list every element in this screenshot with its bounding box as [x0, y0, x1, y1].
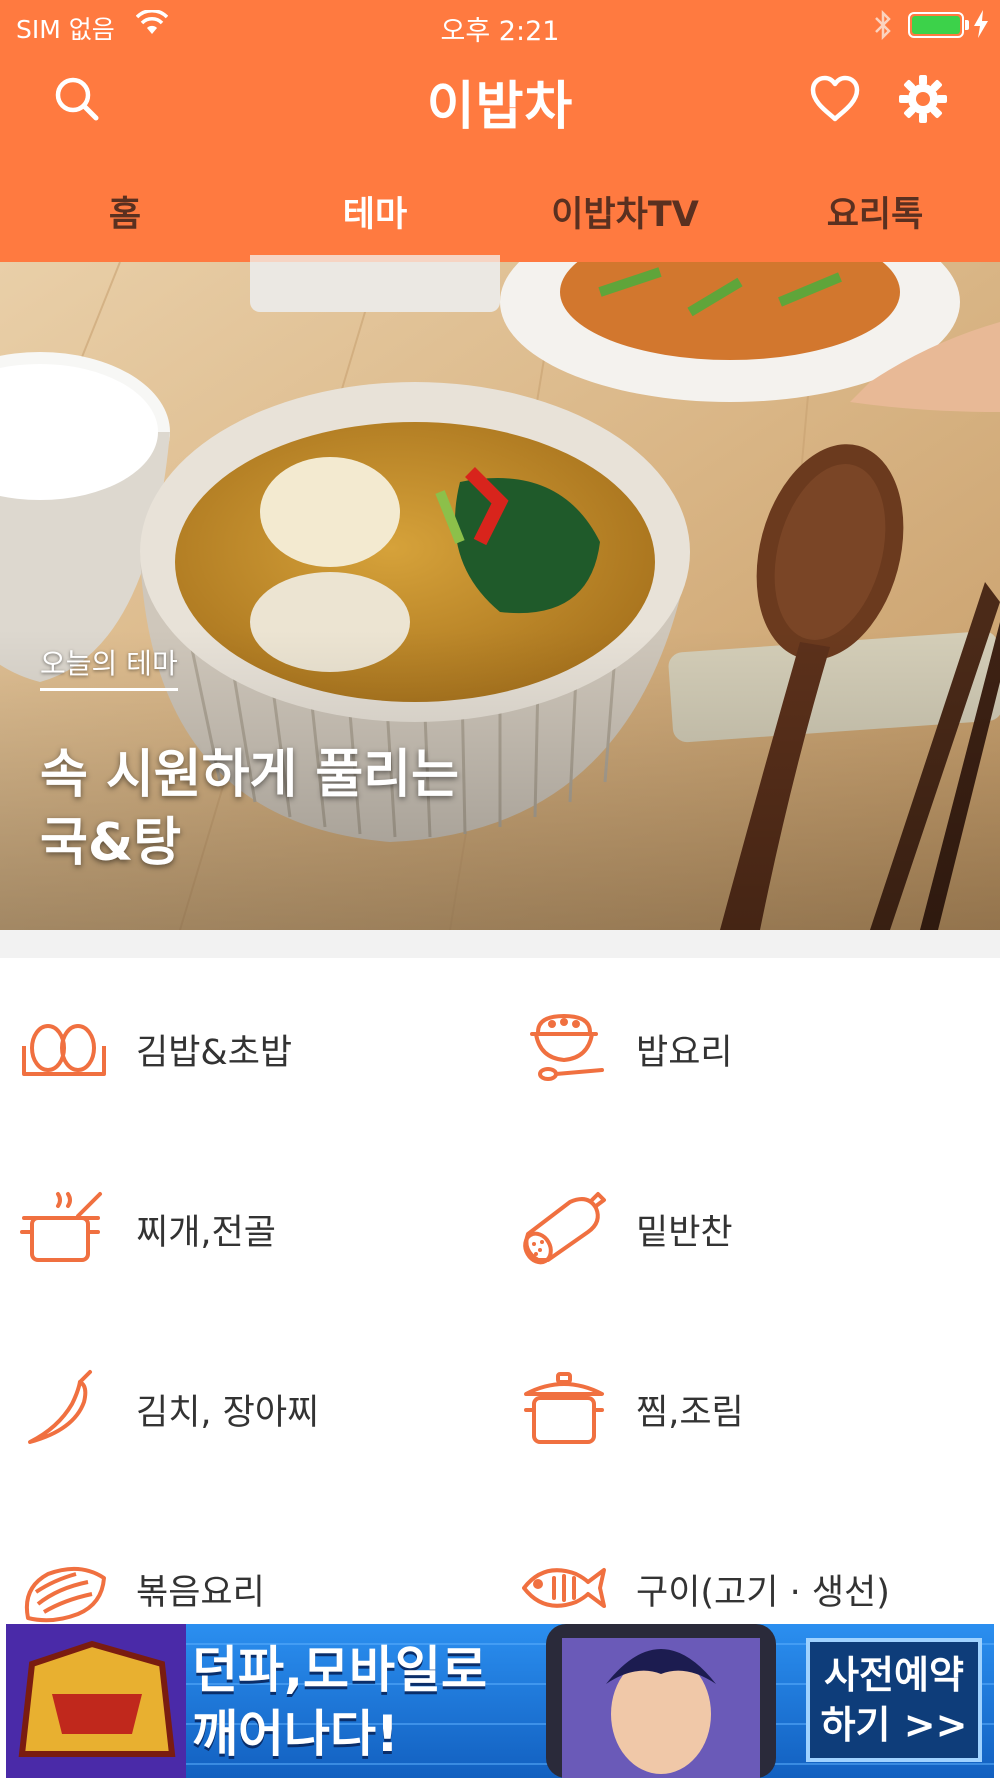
- tab-bar: 홈 테마 이밥차TV 요리톡: [0, 160, 1000, 262]
- battery-nub: [965, 20, 969, 30]
- toolbar: 이밥차: [0, 50, 1000, 160]
- favorites-button[interactable]: [800, 64, 870, 134]
- category-rice[interactable]: 밥요리: [0, 958, 1000, 1138]
- hero-title: 속 시원하게 풀리는 국&탕: [40, 745, 459, 873]
- category-label: 찜,조림: [636, 1393, 744, 1433]
- gear-icon: [899, 75, 947, 123]
- fish-icon: [522, 1568, 606, 1608]
- settings-button[interactable]: [888, 64, 958, 134]
- tab-theme[interactable]: 테마: [250, 160, 500, 262]
- category-side-dishes[interactable]: 밑반찬: [0, 1138, 1000, 1318]
- rice-bowl-icon: [530, 1013, 604, 1081]
- status-time: 오후 2:21: [440, 16, 560, 47]
- tab-ibabcha-tv[interactable]: 이밥차TV: [500, 160, 750, 262]
- status-bar: SIM 없음 오후 2:21: [0, 0, 1000, 50]
- preregister-button[interactable]: 사전예약 하기 >>: [806, 1638, 982, 1762]
- category-label: 구이(고기 · 생선): [636, 1573, 890, 1613]
- category-grill[interactable]: 구이(고기 · 생선): [0, 1498, 1000, 1624]
- section-divider: [0, 930, 1000, 958]
- tab-cooking-talk[interactable]: 요리톡: [750, 160, 1000, 262]
- heart-icon: [810, 75, 860, 122]
- category-braised[interactable]: 찜,조림: [0, 1318, 1000, 1498]
- ad-headline: 던파,모바일로 깨어나다!: [192, 1641, 487, 1763]
- category-label: 밑반찬: [636, 1213, 733, 1253]
- sausage-icon: [523, 1192, 606, 1265]
- hero-subtitle: 오늘의 테마: [40, 642, 178, 691]
- game-logo-icon: [18, 1640, 176, 1757]
- category-grid: 김밥&초밥 밥요리 찌개,전골 밑반찬 김치, 장아찌 찜,조림 볶음요리 구이…: [0, 958, 1000, 1624]
- ad-banner[interactable]: 던파,모바일로 깨어나다! 사전예약 하기 >>: [6, 1624, 994, 1778]
- bluetooth-icon: [875, 10, 891, 40]
- steam-pot-icon: [524, 1372, 604, 1444]
- hero-caption: 오늘의 테마 속 시원하게 풀리는 국&탕: [40, 642, 459, 877]
- charging-icon: [974, 10, 988, 38]
- hero-banner[interactable]: 오늘의 테마 속 시원하게 풀리는 국&탕: [0, 262, 1000, 930]
- game-character-image: [546, 1624, 776, 1778]
- category-label: 밥요리: [636, 1033, 733, 1073]
- tab-home[interactable]: 홈: [0, 160, 250, 262]
- battery-icon: [908, 12, 964, 38]
- app-header: SIM 없음 오후 2:21 이밥차 홈 테마 이밥차TV 요리톡: [0, 0, 1000, 262]
